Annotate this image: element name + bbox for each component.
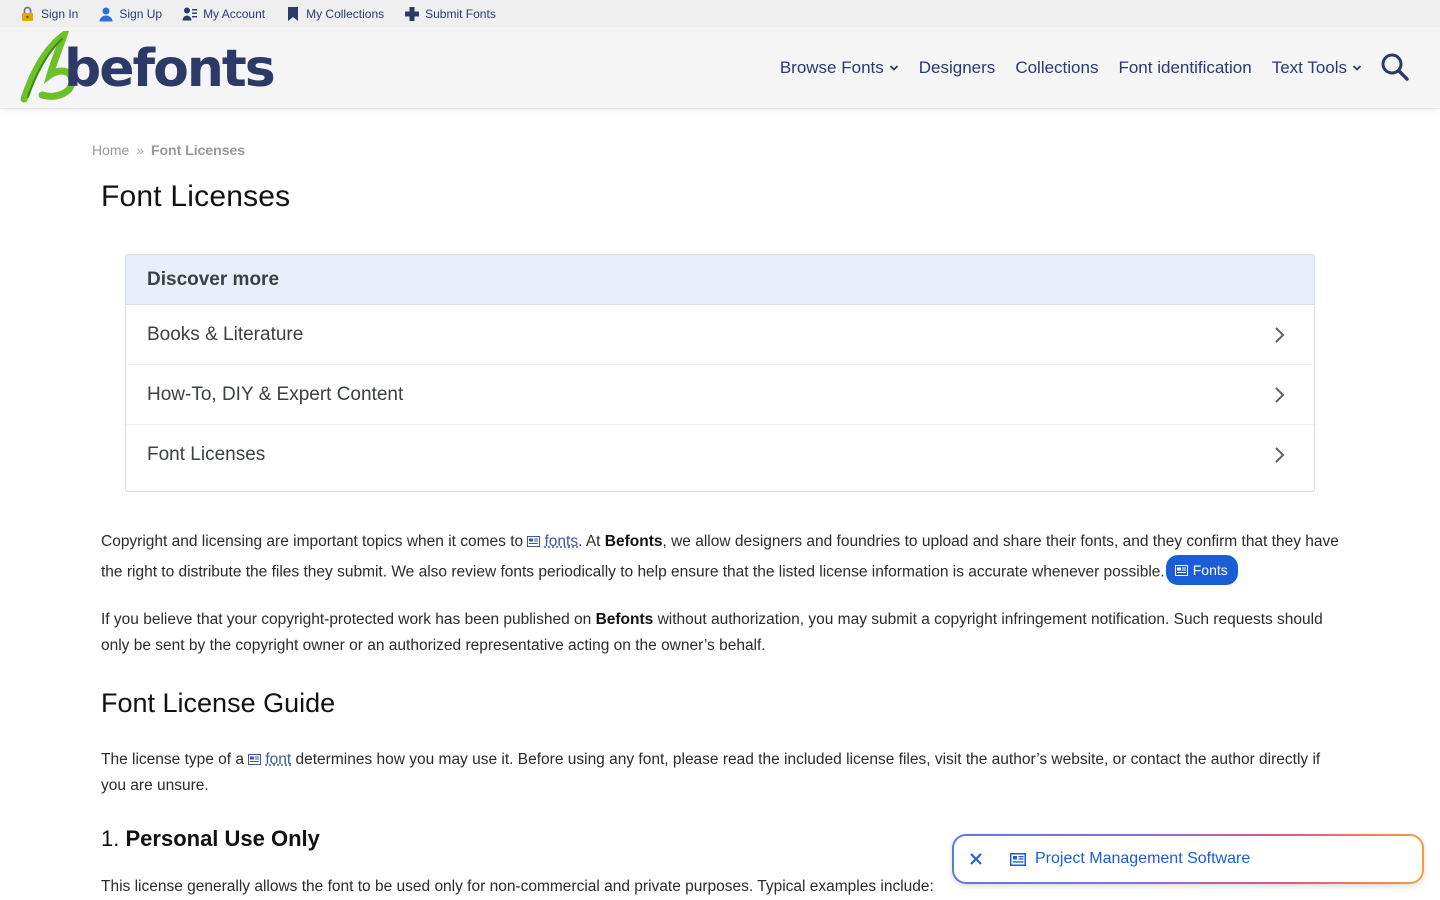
breadcrumb: Home » Font Licenses (92, 142, 245, 158)
font-link-text: font (265, 751, 292, 768)
fonts-pill-label: Fonts (1192, 562, 1228, 578)
chevron-right-icon (1275, 326, 1285, 343)
floating-ad-banner: Project Management Software (952, 834, 1424, 884)
article-icon (527, 536, 541, 547)
article-icon (1010, 852, 1026, 866)
my-account-link[interactable]: My Account (182, 6, 265, 22)
license-guide-heading: Font License Guide (101, 688, 336, 718)
nav-browse-fonts-label: Browse Fonts (779, 58, 884, 77)
account-list-icon (182, 6, 198, 22)
p1-text-a: Copyright and licensing are important to… (101, 533, 528, 550)
lock-icon (20, 6, 36, 22)
discover-item-books-literature[interactable]: Books & Literature (126, 305, 1314, 365)
chevron-right-icon (1275, 386, 1285, 403)
section-number: 1. (101, 826, 120, 851)
my-collections-link[interactable]: My Collections (285, 6, 384, 22)
site-logo[interactable]: befonts (20, 31, 276, 103)
p2-text-a: If you believe that your copyright-prote… (101, 611, 596, 628)
floating-ad-link[interactable]: Project Management Software (1035, 850, 1250, 868)
sign-in-label: Sign In (41, 6, 79, 21)
brand-name: Befonts (604, 533, 663, 550)
brand-name: Befonts (595, 611, 654, 628)
submit-fonts-label: Submit Fonts (425, 6, 496, 21)
breadcrumb-home[interactable]: Home (92, 142, 129, 158)
submit-fonts-link[interactable]: Submit Fonts (404, 6, 496, 22)
chevron-down-icon (1352, 63, 1362, 73)
fonts-link-text: fonts (544, 533, 579, 550)
discover-item-font-licenses[interactable]: Font Licenses (126, 425, 1314, 485)
intro-paragraph: Copyright and licensing are important to… (101, 529, 1341, 586)
copyright-paragraph: If you believe that your copyright-prote… (101, 607, 1341, 659)
site-header: befonts Browse Fonts Designers Collectio… (0, 27, 1440, 109)
breadcrumb-current: Font Licenses (150, 142, 246, 158)
personal-use-heading: 1. Personal Use Only (101, 826, 320, 852)
floating-ad-inner: Project Management Software (954, 836, 1422, 882)
article-icon (248, 754, 262, 765)
main-nav: Browse Fonts Designers Collections Font … (760, 27, 1362, 109)
search-icon (1381, 53, 1409, 81)
logo-text: befonts (64, 39, 276, 99)
nav-designers[interactable]: Designers (919, 58, 996, 78)
my-collections-label: My Collections (306, 6, 385, 21)
chevron-right-icon (1275, 447, 1285, 463)
discover-item-how-to[interactable]: How-To, DIY & Expert Content (126, 365, 1314, 425)
fonts-inline-link[interactable]: fonts (527, 533, 578, 550)
nav-text-tools[interactable]: Text Tools (1272, 58, 1362, 78)
search-button[interactable] (1380, 52, 1410, 82)
font-inline-link[interactable]: font (248, 751, 291, 768)
page-title: Font Licenses (101, 180, 291, 213)
nav-collections-label: Collections (1015, 58, 1099, 77)
nav-collections[interactable]: Collections (1015, 58, 1098, 78)
nav-browse-fonts[interactable]: Browse Fonts (780, 58, 899, 78)
p1-text-b: . At (578, 533, 605, 550)
user-icon (98, 6, 114, 22)
nav-font-identification[interactable]: Font identification (1118, 58, 1251, 78)
nav-text-tools-label: Text Tools (1271, 58, 1347, 77)
close-icon[interactable] (968, 851, 984, 867)
fonts-pill-button[interactable]: Fonts (1165, 555, 1238, 585)
discover-item-label: Books & Literature (147, 323, 304, 345)
nav-font-identification-label: Font identification (1118, 58, 1252, 77)
chevron-down-icon (889, 63, 899, 73)
discover-more-panel: Discover more Books & Literature How-To,… (125, 254, 1315, 492)
discover-item-label: Font Licenses (147, 444, 266, 465)
bookmark-icon (285, 6, 301, 22)
discover-more-heading: Discover more (126, 255, 1314, 305)
top-utility-bar: Sign In Sign Up My Account My Collection… (0, 0, 1440, 27)
sign-up-link[interactable]: Sign Up (98, 6, 162, 22)
section-title: Personal Use Only (125, 826, 320, 851)
license-type-paragraph: The license type of a font determines ho… (101, 747, 1341, 799)
plus-icon (404, 6, 420, 22)
sign-up-label: Sign Up (119, 6, 163, 21)
discover-item-label: How-To, DIY & Expert Content (147, 383, 404, 405)
my-account-label: My Account (203, 6, 266, 21)
breadcrumb-separator: » (136, 142, 145, 158)
p3-text-a: The license type of a (101, 751, 249, 768)
nav-designers-label: Designers (918, 58, 996, 77)
article-icon (1174, 564, 1188, 576)
sign-in-link[interactable]: Sign In (20, 6, 78, 22)
